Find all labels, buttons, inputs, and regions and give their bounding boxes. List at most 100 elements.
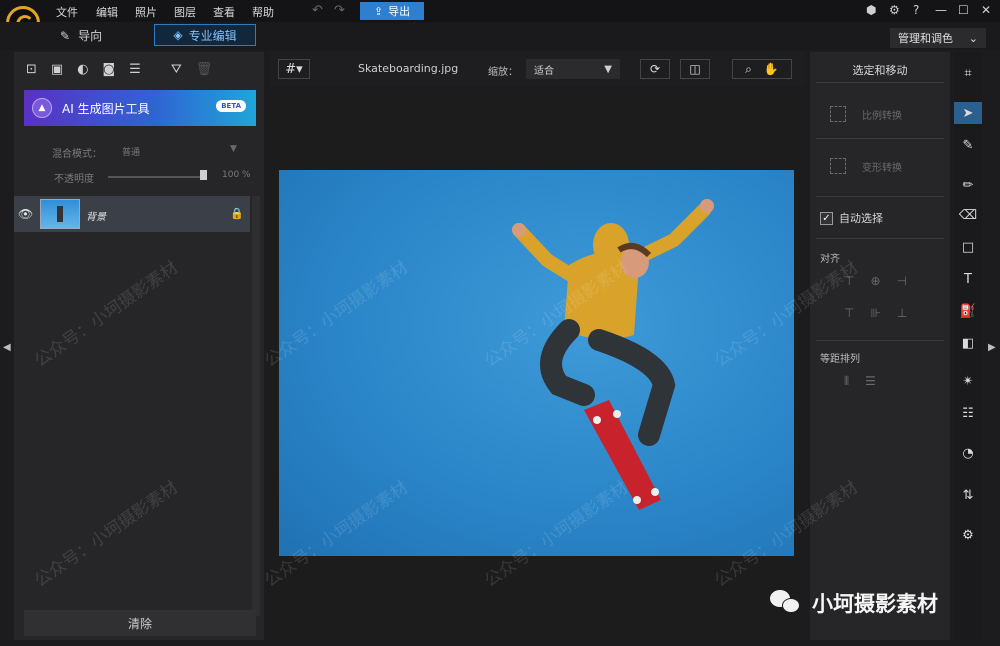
undo-icon[interactable]: ↶ bbox=[312, 3, 323, 18]
hand-icon[interactable]: ✋ bbox=[764, 62, 779, 76]
properties-panel: 选定和移动 比例转换 变形转换 ✓ 自动选择 对齐 ⊤ ⊕ ⊣ ⊤ ⊪ ⊥ 等距… bbox=[810, 52, 950, 640]
opacity-slider-thumb[interactable] bbox=[200, 170, 207, 180]
help-icon[interactable]: ? bbox=[913, 3, 919, 17]
pencil-icon[interactable]: ✏ bbox=[954, 174, 982, 196]
distribute-horizontal-icon[interactable]: ⫴ bbox=[844, 374, 849, 389]
canvas-toolbar: #▾ Skateboarding.jpg 缩放： 适合 ▼ ⟳ ◫ ⌕ ✋ bbox=[270, 52, 804, 86]
layer-row[interactable]: 👁 背景 🔒 bbox=[14, 196, 250, 232]
gear-icon[interactable]: ⚙ bbox=[954, 524, 982, 546]
chevron-down-icon: ▼ bbox=[604, 63, 612, 75]
guide-mode-button[interactable]: ✎ 导向 bbox=[60, 27, 102, 44]
trash-icon[interactable]: 🗑 bbox=[196, 62, 213, 77]
clear-button[interactable]: 清除 bbox=[24, 610, 256, 636]
distribute-vertical-icon[interactable]: ☰ bbox=[865, 374, 876, 389]
compare-button[interactable]: ◫ bbox=[680, 59, 710, 79]
layers-scrollbar[interactable] bbox=[252, 196, 260, 616]
beta-badge: BETA bbox=[216, 100, 246, 112]
opacity-slider-track[interactable] bbox=[108, 176, 204, 178]
align-right-icon[interactable]: ⊣ bbox=[897, 274, 907, 288]
layer-name: 背景 bbox=[86, 212, 106, 223]
sliders-icon[interactable]: ☷ bbox=[954, 402, 982, 424]
filter-icon[interactable]: ⛛ bbox=[171, 62, 182, 77]
collapse-left-icon[interactable]: ◀ bbox=[3, 342, 11, 353]
compare-icon: ◫ bbox=[689, 62, 701, 76]
menu-view[interactable]: 查看 bbox=[213, 4, 235, 20]
crop-icon[interactable]: ⌗ bbox=[954, 62, 982, 84]
layers-panel: ⊡ ▣ ◐ ◙ ☰ ⛛ 🗑 ▲ AI 生成图片工具 BETA 混合模式： 普通 … bbox=[14, 52, 264, 640]
zoom-dropdown[interactable]: 适合 ▼ bbox=[526, 59, 620, 79]
layers-toolbar: ⊡ ▣ ◐ ◙ ☰ ⛛ 🗑 bbox=[14, 52, 264, 86]
add-image-icon[interactable]: ▣ bbox=[51, 62, 63, 77]
new-layer-icon[interactable]: ⊡ bbox=[26, 62, 37, 77]
collapse-right-icon[interactable]: ▶ bbox=[988, 342, 996, 353]
warp-transform-label: 变形转换 bbox=[862, 162, 902, 174]
menu-layer[interactable]: 图层 bbox=[174, 4, 196, 20]
rectangle-icon[interactable]: □ bbox=[954, 236, 982, 258]
close-icon[interactable]: ✕ bbox=[981, 3, 991, 17]
pro-edit-mode-button[interactable]: ◈ 专业编辑 bbox=[154, 24, 256, 46]
maximize-icon[interactable]: ☐ bbox=[958, 3, 969, 17]
notification-icon[interactable]: ⬢ bbox=[866, 3, 876, 17]
align-left-icon[interactable]: ⊤ bbox=[844, 274, 854, 288]
divider bbox=[816, 196, 944, 197]
gear-icon[interactable]: ⚙ bbox=[889, 3, 900, 17]
brush-icon[interactable]: ✎ bbox=[954, 134, 982, 156]
brand-watermark: 小坷摄影素材 bbox=[770, 588, 938, 618]
layer-menu-icon[interactable]: ☰ bbox=[129, 62, 141, 77]
layers-icon: ◈ bbox=[173, 28, 183, 42]
adjustment-icon[interactable]: ◐ bbox=[77, 62, 88, 77]
wechat-icon bbox=[770, 590, 802, 616]
export-button[interactable]: ⇪ 导出 bbox=[360, 2, 424, 20]
manage-dropdown[interactable]: 管理和调色 ⌄ bbox=[890, 28, 986, 48]
align-row-horizontal: ⊤ ⊕ ⊣ bbox=[844, 274, 907, 288]
warp-transform-button[interactable]: 变形转换 bbox=[830, 158, 902, 174]
align-top-icon[interactable]: ⊤ bbox=[844, 306, 854, 320]
align-middle-icon[interactable]: ⊪ bbox=[870, 306, 880, 320]
text-icon[interactable]: T bbox=[954, 268, 982, 290]
menu-edit[interactable]: 编辑 bbox=[96, 4, 118, 20]
file-name: Skateboarding.jpg bbox=[358, 62, 459, 75]
grid-button[interactable]: #▾ bbox=[278, 59, 310, 79]
grid-icon: #▾ bbox=[285, 61, 303, 77]
align-bottom-icon[interactable]: ⊥ bbox=[897, 306, 907, 320]
lock-icon[interactable]: 🔒 bbox=[230, 207, 244, 220]
redo-icon[interactable]: ↷ bbox=[334, 3, 345, 18]
tone-icon[interactable]: ◔ bbox=[954, 442, 982, 464]
auto-select-checkbox[interactable]: ✓ 自动选择 bbox=[820, 210, 883, 226]
pro-label: 专业编辑 bbox=[188, 28, 237, 43]
minimize-icon[interactable]: — bbox=[935, 3, 947, 17]
upload-icon: ⇪ bbox=[373, 4, 384, 18]
eye-icon[interactable]: 👁 bbox=[18, 207, 33, 221]
blend-mode-select[interactable]: 普通 bbox=[122, 145, 140, 158]
gradient-icon[interactable]: ◧ bbox=[954, 332, 982, 354]
zoom-label: 缩放： bbox=[488, 67, 518, 78]
ai-generate-button[interactable]: ▲ AI 生成图片工具 BETA bbox=[24, 90, 256, 126]
divider bbox=[816, 138, 944, 139]
layer-thumbnail bbox=[40, 199, 80, 229]
menu-photo[interactable]: 照片 bbox=[135, 4, 157, 20]
magic-wand-icon[interactable]: ✴ bbox=[954, 370, 982, 392]
select-move-icon[interactable]: ➤ bbox=[954, 102, 982, 124]
eraser-icon[interactable]: ⌫ bbox=[954, 204, 982, 226]
zoom-value: 适合 bbox=[534, 65, 554, 77]
distribute-row: ⫴ ☰ bbox=[844, 374, 876, 389]
divider bbox=[816, 238, 944, 239]
align-label: 对齐 bbox=[820, 254, 840, 265]
panel-title: 选定和移动 bbox=[852, 64, 908, 77]
menu-help[interactable]: 帮助 bbox=[252, 4, 274, 20]
zoom-icon[interactable]: ⌕ bbox=[745, 62, 752, 77]
align-row-vertical: ⊤ ⊪ ⊥ bbox=[844, 306, 907, 320]
divider bbox=[816, 82, 944, 83]
menu-file[interactable]: 文件 bbox=[56, 4, 78, 20]
mask-icon[interactable]: ◙ bbox=[103, 62, 116, 77]
rotate-button[interactable]: ⟳ bbox=[640, 59, 670, 79]
scale-transform-label: 比例转换 bbox=[862, 110, 902, 122]
paint-bucket-icon[interactable]: ⛽ bbox=[954, 300, 982, 322]
skateboarder-illustration bbox=[512, 199, 714, 510]
guide-label: 导向 bbox=[78, 29, 103, 43]
transform-icon[interactable]: ⇅ bbox=[954, 484, 982, 506]
scale-transform-button[interactable]: 比例转换 bbox=[830, 106, 902, 122]
mode-bar: ✎ 导向 ◈ 专业编辑 管理和调色 ⌄ bbox=[0, 22, 1000, 50]
align-center-icon[interactable]: ⊕ bbox=[870, 274, 880, 288]
photo-preview[interactable] bbox=[279, 170, 794, 556]
